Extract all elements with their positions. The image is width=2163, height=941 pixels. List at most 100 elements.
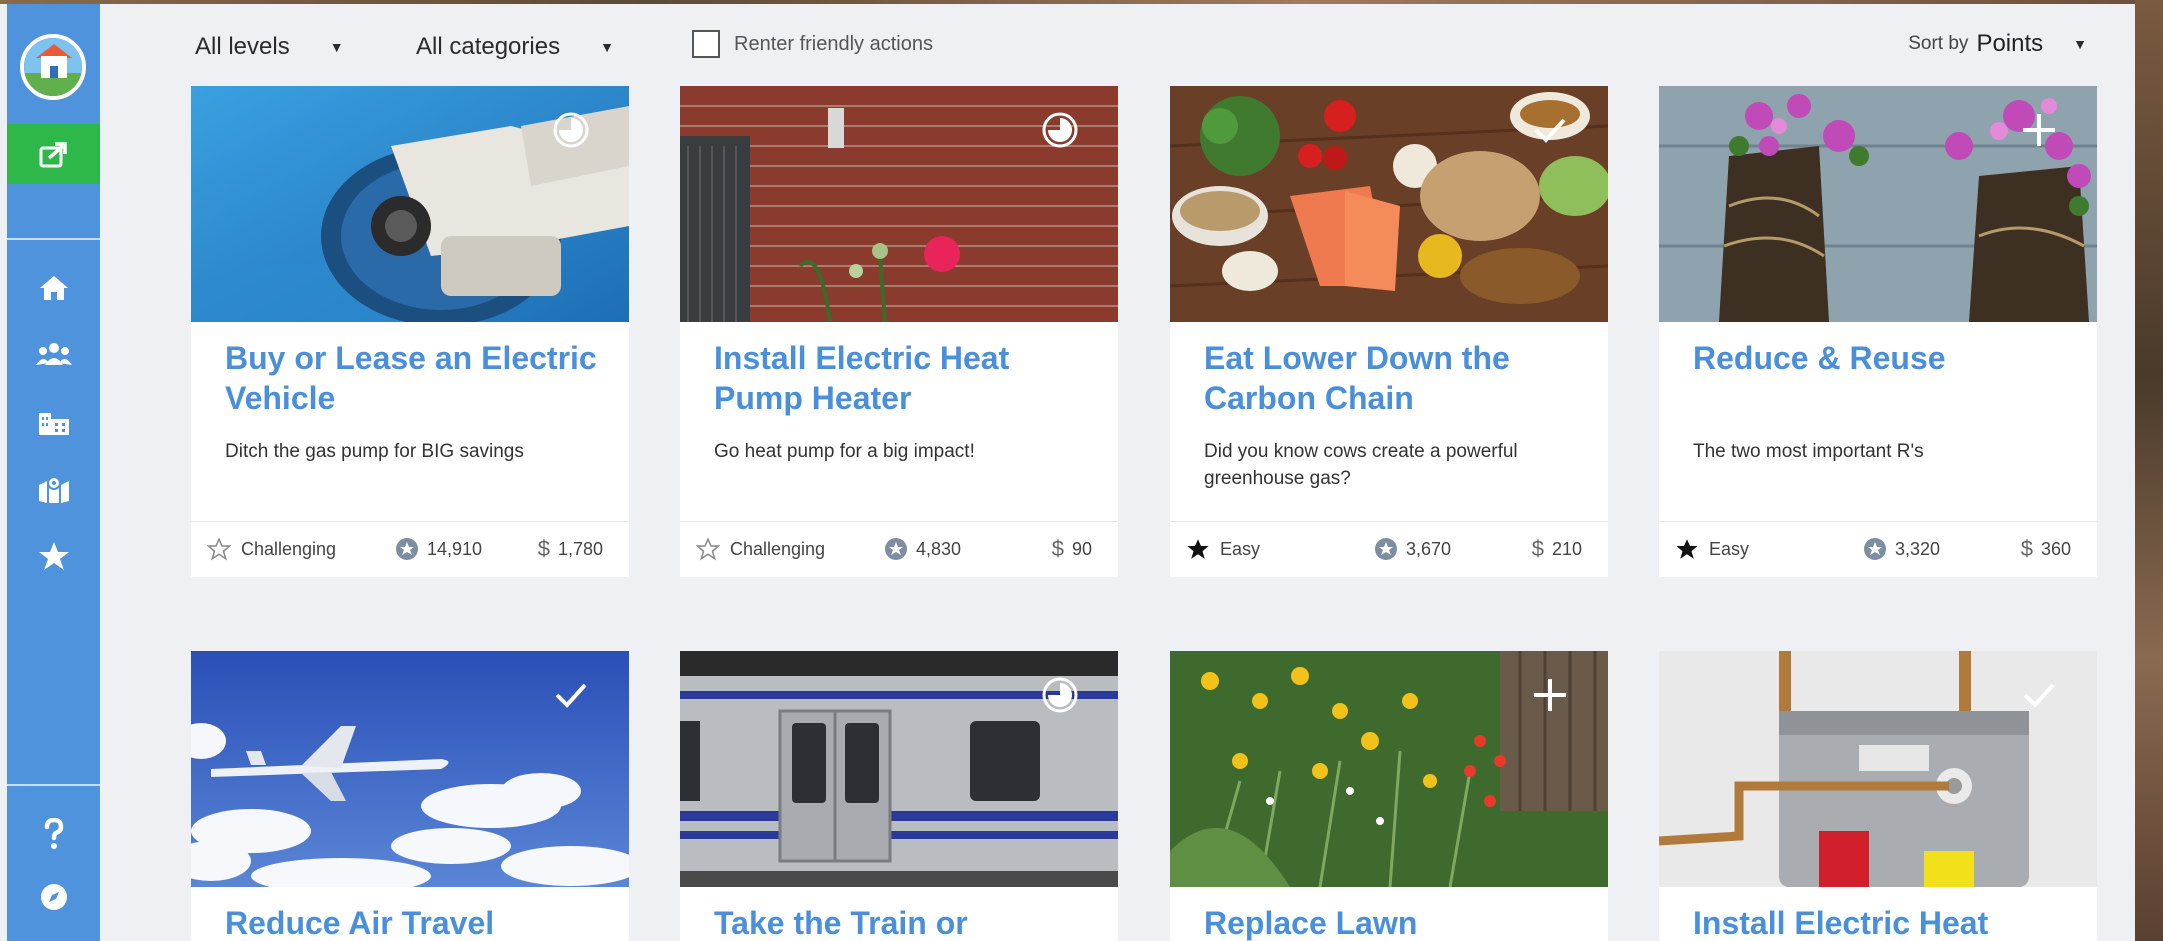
- points-icon: [1375, 538, 1397, 560]
- home-icon: [39, 276, 68, 300]
- background-strip-top: [0, 0, 2163, 4]
- sidebar-item-home[interactable]: [7, 268, 100, 308]
- points: 3,320: [1863, 537, 1940, 561]
- share-icon: [39, 142, 67, 168]
- action-card[interactable]: Install Electric Heat Pump Heater Go hea…: [680, 86, 1118, 577]
- compass-icon: [40, 884, 67, 910]
- card-title[interactable]: Reduce & Reuse: [1693, 338, 2073, 378]
- star-outline-icon: [207, 537, 231, 561]
- chevron-down-icon: ▼: [600, 39, 614, 55]
- in-progress-icon[interactable]: [551, 110, 591, 150]
- action-card[interactable]: Eat Lower Down the Carbon Chain Did you …: [1170, 86, 1608, 577]
- points-icon: [1864, 538, 1886, 560]
- action-card[interactable]: Install Electric Heat: [1659, 651, 2097, 941]
- difficulty-label: Challenging: [241, 538, 337, 559]
- card-title[interactable]: Replace Lawn: [1204, 903, 1584, 941]
- card-title[interactable]: Buy or Lease an Electric Vehicle: [225, 338, 605, 418]
- points-value: 4,830: [916, 538, 962, 559]
- difficulty-level: Challenging: [207, 537, 336, 561]
- points: 4,830: [884, 537, 961, 561]
- action-card[interactable]: Buy or Lease an Electric Vehicle Ditch t…: [191, 86, 629, 577]
- sidebar: [7, 4, 100, 941]
- chevron-down-icon: ▼: [329, 39, 344, 55]
- sort-label: Sort by: [1908, 33, 1969, 54]
- difficulty-label: Easy: [1709, 538, 1750, 559]
- difficulty-level: Easy: [1186, 537, 1260, 561]
- sort-value: Points: [1976, 30, 2044, 57]
- buildings-icon: [38, 413, 69, 435]
- dollar-icon: $: [1051, 536, 1064, 561]
- points-value: 3,670: [1406, 538, 1452, 559]
- action-card[interactable]: Reduce Air Travel: [191, 651, 629, 941]
- star-filled-icon: [1676, 539, 1698, 559]
- sidebar-item-map[interactable]: [7, 469, 100, 509]
- card-footer: Easy 3,320 $ 360: [1659, 521, 2097, 576]
- savings-value: 210: [1551, 538, 1582, 559]
- categories-dropdown-value: All categories: [416, 33, 561, 60]
- renter-friendly-checkbox[interactable]: [692, 30, 720, 58]
- savings: $ 90: [1052, 536, 1092, 562]
- savings-value: 360: [2040, 538, 2071, 559]
- savings: $ 210: [1532, 536, 1582, 562]
- card-footer: Easy 3,670 $ 210: [1170, 521, 1608, 576]
- levels-dropdown[interactable]: All levels ▼: [195, 30, 344, 64]
- star-icon: [38, 542, 69, 570]
- background-strip-right: [2135, 0, 2163, 941]
- difficulty-label: Easy: [1220, 538, 1261, 559]
- card-title[interactable]: Install Electric Heat Pump Heater: [714, 338, 1094, 418]
- savings: $ 360: [2021, 536, 2071, 562]
- points-value: 14,910: [427, 538, 483, 559]
- sidebar-item-buildings[interactable]: [7, 401, 100, 441]
- team-icon: [35, 343, 72, 365]
- done-icon[interactable]: [551, 675, 591, 715]
- points: 14,910: [395, 537, 482, 561]
- card-description: The two most important R's: [1693, 441, 1924, 462]
- sidebar-item-team[interactable]: [7, 334, 100, 374]
- categories-dropdown[interactable]: All categories ▼: [416, 30, 614, 64]
- action-card[interactable]: Reduce & Reuse The two most important R'…: [1659, 86, 2097, 577]
- points-value: 3,320: [1895, 538, 1941, 559]
- card-title[interactable]: Eat Lower Down the Carbon Chain: [1204, 338, 1584, 418]
- difficulty-label: Challenging: [730, 538, 826, 559]
- card-description: Did you know cows create a powerful gree…: [1204, 441, 1518, 489]
- in-progress-icon[interactable]: [1040, 675, 1080, 715]
- dollar-icon: $: [1531, 536, 1544, 561]
- difficulty-level: Challenging: [696, 537, 825, 561]
- points-icon: [396, 538, 418, 560]
- points-icon: [885, 538, 907, 560]
- card-title[interactable]: Reduce Air Travel: [225, 903, 605, 941]
- add-icon[interactable]: [1530, 675, 1570, 715]
- add-icon[interactable]: [2019, 110, 2059, 150]
- help-icon: [44, 818, 63, 849]
- sidebar-item-explore[interactable]: [7, 877, 100, 917]
- renter-friendly-filter[interactable]: Renter friendly actions: [692, 29, 933, 59]
- app-logo[interactable]: [20, 34, 86, 100]
- chevron-down-icon: ▼: [2073, 36, 2087, 52]
- card-title[interactable]: Install Electric Heat: [1693, 903, 2073, 941]
- savings-value: 90: [1071, 538, 1092, 559]
- in-progress-icon[interactable]: [1040, 110, 1080, 150]
- action-card[interactable]: Replace Lawn: [1170, 651, 1608, 941]
- done-icon[interactable]: [2019, 675, 2059, 715]
- dollar-icon: $: [2020, 536, 2033, 561]
- difficulty-level: Easy: [1675, 537, 1749, 561]
- done-icon[interactable]: [1530, 110, 1570, 150]
- sidebar-divider: [7, 784, 100, 786]
- sidebar-item-help[interactable]: [7, 814, 100, 854]
- map-icon: [38, 476, 69, 503]
- sidebar-item-favorites[interactable]: [7, 536, 100, 576]
- renter-friendly-label: Renter friendly actions: [734, 32, 933, 55]
- card-description: Go heat pump for a big impact!: [714, 441, 975, 462]
- sort-dropdown[interactable]: Sort by Points ▼: [1908, 28, 2087, 60]
- card-title[interactable]: Take the Train or: [714, 903, 1094, 941]
- star-filled-icon: [1187, 539, 1209, 559]
- levels-dropdown-value: All levels: [195, 33, 290, 60]
- card-footer: Challenging 14,910 $ 1,780: [191, 521, 629, 576]
- share-button[interactable]: [7, 124, 100, 184]
- star-outline-icon: [696, 537, 720, 561]
- sidebar-divider: [7, 238, 100, 240]
- card-footer: Challenging 4,830 $ 90: [680, 521, 1118, 576]
- savings: $ 1,780: [538, 536, 603, 562]
- action-card[interactable]: Take the Train or: [680, 651, 1118, 941]
- dollar-icon: $: [537, 536, 550, 561]
